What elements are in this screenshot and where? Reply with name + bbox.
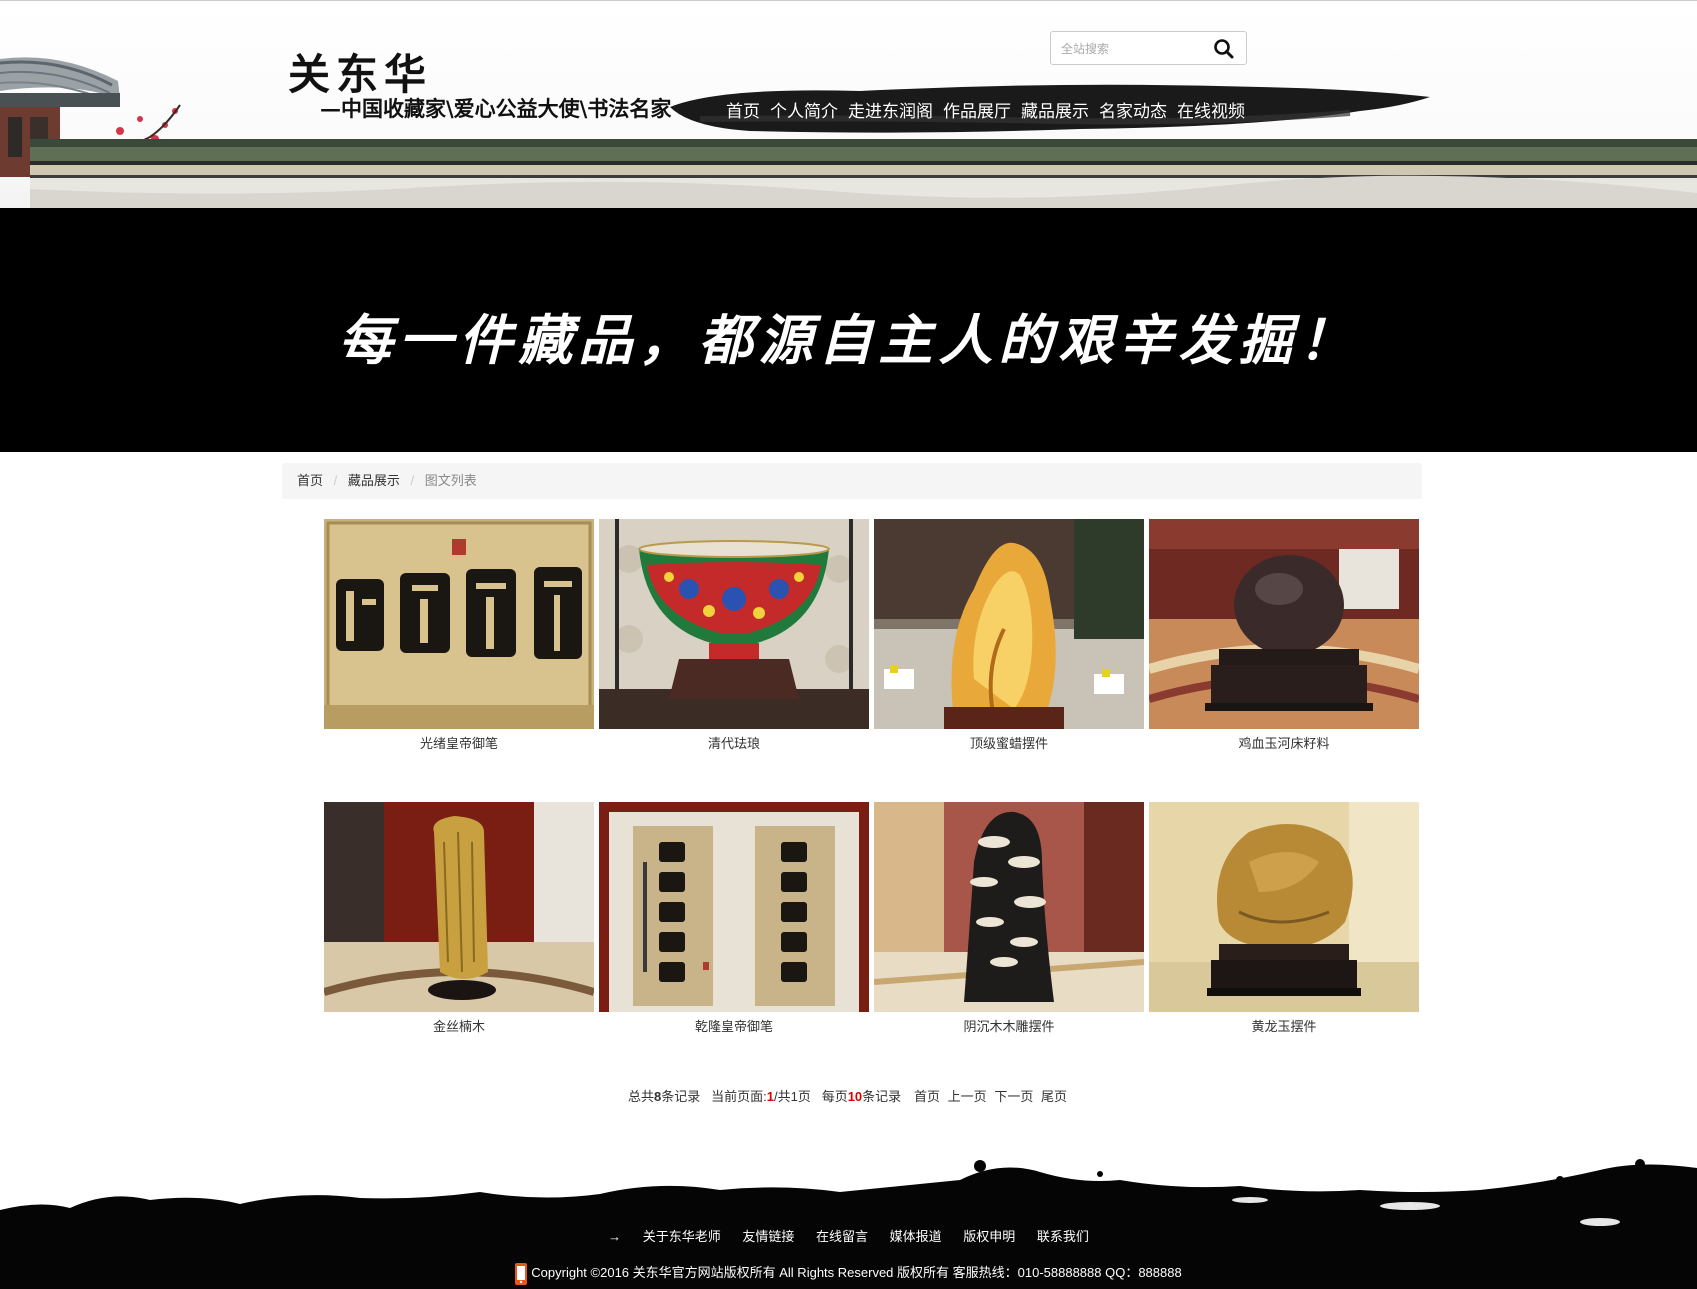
site-header: 关东华 —中国收藏家\爱心公益大使\书法名家 首页 个人简介 走进东润阁 作品展…: [0, 0, 1697, 209]
pager-last[interactable]: 尾页: [1041, 1089, 1067, 1104]
item-title[interactable]: 阴沉木木雕摆件: [874, 1016, 1144, 1035]
footer-link-about[interactable]: 关于东华老师: [643, 1229, 721, 1244]
list-item: 阴沉木木雕摆件: [874, 802, 1144, 1035]
item-title[interactable]: 清代珐琅: [599, 733, 869, 752]
item-image-link[interactable]: [1149, 802, 1419, 1012]
nav-video[interactable]: 在线视频: [1177, 97, 1245, 122]
pager-per-suffix: 条记录: [862, 1089, 902, 1104]
pager-of-pages: /共1页: [774, 1089, 811, 1104]
item-image-link[interactable]: [324, 802, 594, 1012]
banner-slogan: 每一件藏品，都源自主人的艰辛发掘！: [338, 308, 1359, 372]
pager-total-suffix: 条记录: [661, 1089, 701, 1104]
search-box: [1050, 31, 1247, 65]
nav-dongrun[interactable]: 走进东润阁: [848, 97, 933, 122]
main-nav: 首页 个人简介 走进东润阁 作品展厅 藏品展示 名家动态 在线视频: [726, 97, 1255, 122]
pager-current-label: 当前页面:: [711, 1089, 767, 1104]
item-image-link[interactable]: [874, 519, 1144, 729]
breadcrumb-home[interactable]: 首页: [297, 473, 323, 488]
footer-link-copyright[interactable]: 版权申明: [963, 1229, 1015, 1244]
copyright-text: Copyright ©2016 关东华官方网站版权所有 All Rights R…: [531, 1265, 1182, 1280]
list-item: 金丝楠木: [324, 802, 594, 1035]
item-image-link[interactable]: [324, 519, 594, 729]
footer-link-contact[interactable]: 联系我们: [1037, 1229, 1089, 1244]
breadcrumb: 首页 / 藏品展示 / 图文列表: [282, 463, 1422, 499]
footer-arrow-icon: →: [608, 1229, 622, 1244]
phone-icon: [515, 1262, 528, 1285]
pager-total-prefix: 总共: [628, 1089, 655, 1104]
wood-carving-image: [874, 802, 1144, 1012]
item-title[interactable]: 黄龙玉摆件: [1149, 1016, 1419, 1035]
item-title[interactable]: 光绪皇帝御笔: [324, 733, 594, 752]
amber-carving-image: [874, 519, 1144, 729]
nav-profile[interactable]: 个人简介: [770, 97, 838, 122]
item-image-link[interactable]: [599, 802, 869, 1012]
calligraphy-couplet-image: [599, 802, 869, 1012]
pager-per: 10: [847, 1089, 863, 1104]
item-title[interactable]: 金丝楠木: [324, 1016, 594, 1035]
item-image-link[interactable]: [874, 802, 1144, 1012]
item-title[interactable]: 顶级蜜蜡摆件: [874, 733, 1144, 752]
nav-works[interactable]: 作品展厅: [943, 97, 1011, 122]
jade-stone-image: [1149, 519, 1419, 729]
enamel-bowl-image: [599, 519, 869, 729]
pagination: 总共8条记录 当前页面:1/共1页 每页10条记录 首页 上一页 下一页 尾页: [0, 1086, 1697, 1105]
breadcrumb-current: 图文列表: [424, 473, 477, 488]
copyright-bar: Copyright ©2016 关东华官方网站版权所有 All Rights R…: [0, 1262, 1697, 1285]
breadcrumb-section[interactable]: 藏品展示: [348, 473, 400, 488]
pager-prev[interactable]: 上一页: [948, 1089, 987, 1104]
list-item: 黄龙玉摆件: [1149, 802, 1419, 1035]
item-title[interactable]: 乾隆皇帝御笔: [599, 1016, 869, 1035]
list-item: 顶级蜜蜡摆件: [874, 519, 1144, 752]
search-input[interactable]: [1059, 38, 1213, 60]
nav-home[interactable]: 首页: [726, 97, 760, 122]
search-icon[interactable]: [1213, 38, 1235, 60]
hero-banner: 每一件藏品，都源自主人的艰辛发掘！: [0, 208, 1697, 452]
list-item: 清代珐琅: [599, 519, 869, 752]
pager-current: 1: [766, 1089, 774, 1104]
list-item: 乾隆皇帝御笔: [599, 802, 869, 1035]
breadcrumb-separator: /: [410, 473, 415, 488]
yellow-jade-image: [1149, 802, 1419, 1012]
tiled-wall-decoration: [30, 139, 1697, 209]
footer-links: → 关于东华老师 友情链接 在线留言 媒体报道 版权申明 联系我们: [0, 1226, 1697, 1245]
list-item: 光绪皇帝御笔: [324, 519, 594, 752]
nav-news[interactable]: 名家动态: [1099, 97, 1167, 122]
footer-link-friends[interactable]: 友情链接: [742, 1229, 794, 1244]
nav-collection[interactable]: 藏品展示: [1021, 97, 1089, 122]
footer-link-message[interactable]: 在线留言: [816, 1229, 868, 1244]
footer-link-media[interactable]: 媒体报道: [890, 1229, 942, 1244]
list-item: 鸡血玉河床籽料: [1149, 519, 1419, 752]
site-logo-subtitle: —中国收藏家\爱心公益大使\书法名家: [320, 96, 672, 121]
item-image-link[interactable]: [1149, 519, 1419, 729]
breadcrumb-separator: /: [333, 473, 338, 488]
item-image-link[interactable]: [599, 519, 869, 729]
pager-next[interactable]: 下一页: [994, 1089, 1033, 1104]
pager-first[interactable]: 首页: [914, 1089, 940, 1104]
item-title[interactable]: 鸡血玉河床籽料: [1149, 733, 1419, 752]
pager-per-label: 每页: [821, 1089, 848, 1104]
calligraphy-plaque-image: [324, 519, 594, 729]
nanmu-log-image: [324, 802, 594, 1012]
